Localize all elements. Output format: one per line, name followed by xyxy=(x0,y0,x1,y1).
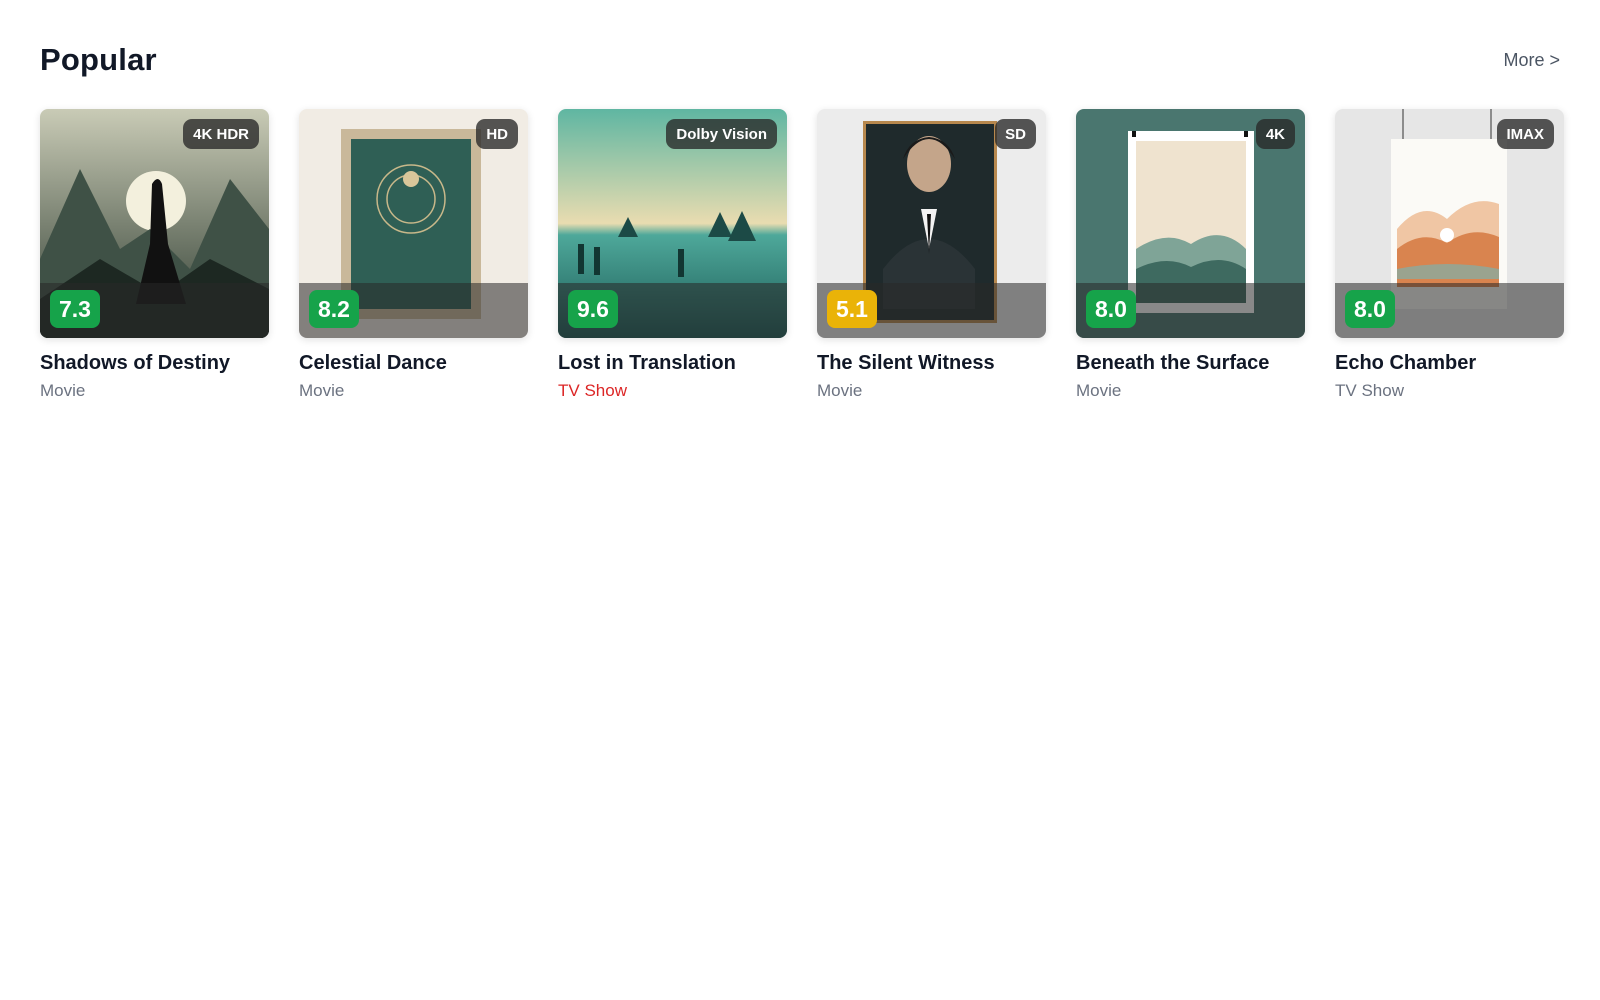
poster[interactable]: HD 8.2 xyxy=(299,109,528,338)
media-card[interactable]: Dolby Vision 9.6 Lost in Translation TV … xyxy=(558,109,787,401)
quality-badge: SD xyxy=(995,119,1036,149)
poster[interactable]: 4K HDR 7.3 xyxy=(40,109,269,338)
rating-badge: 5.1 xyxy=(827,290,877,328)
media-type: Movie xyxy=(299,381,345,400)
media-type: TV Show xyxy=(1335,381,1404,400)
media-type: Movie xyxy=(40,381,86,400)
media-title: Shadows of Destiny xyxy=(40,352,231,374)
media-card[interactable]: 4K HDR 7.3 Shadows of Destiny Movie xyxy=(40,109,269,401)
rating-badge: 8.0 xyxy=(1086,290,1136,328)
poster[interactable]: SD 5.1 xyxy=(817,109,1046,338)
media-type: Movie xyxy=(817,381,863,400)
media-card[interactable]: SD 5.1 The Silent Witness Movie xyxy=(817,109,1046,401)
quality-badge: 4K xyxy=(1255,119,1295,149)
rating-badge: 9.6 xyxy=(568,290,618,328)
rating-badge: 8.2 xyxy=(309,290,359,328)
media-title: Celestial Dance xyxy=(299,352,447,374)
poster[interactable]: 4K 8.0 xyxy=(1076,109,1305,338)
media-title: The Silent Witness xyxy=(817,352,995,374)
media-card[interactable]: IMAX 8.0 Echo Chamber TV Show xyxy=(1335,109,1564,401)
media-title: Lost in Translation xyxy=(558,352,736,374)
more-link[interactable]: More > xyxy=(1503,50,1560,71)
media-card[interactable]: 4K 8.0 Beneath the Surface Movie xyxy=(1076,109,1305,401)
popular-section: Popular More > 4K HDR 7.3 Shadows of Des… xyxy=(0,0,1600,401)
media-card[interactable]: HD 8.2 Celestial Dance Movie xyxy=(299,109,528,401)
rating-badge: 8.0 xyxy=(1345,290,1395,328)
quality-badge: 4K HDR xyxy=(183,119,259,149)
quality-badge: HD xyxy=(476,119,518,149)
rating-badge: 7.3 xyxy=(50,290,100,328)
media-title: Echo Chamber xyxy=(1335,352,1477,374)
poster[interactable]: IMAX 8.0 xyxy=(1335,109,1564,338)
media-type: Movie xyxy=(1076,381,1122,400)
section-header: Popular More > xyxy=(40,40,1560,80)
poster[interactable]: Dolby Vision 9.6 xyxy=(558,109,787,338)
section-title: Popular xyxy=(40,42,157,77)
media-type: TV Show xyxy=(558,381,627,400)
media-title: Beneath the Surface xyxy=(1076,352,1270,374)
media-row: 4K HDR 7.3 Shadows of Destiny Movie HD 8… xyxy=(40,109,1564,401)
quality-badge: Dolby Vision xyxy=(666,119,777,149)
quality-badge: IMAX xyxy=(1496,119,1554,149)
